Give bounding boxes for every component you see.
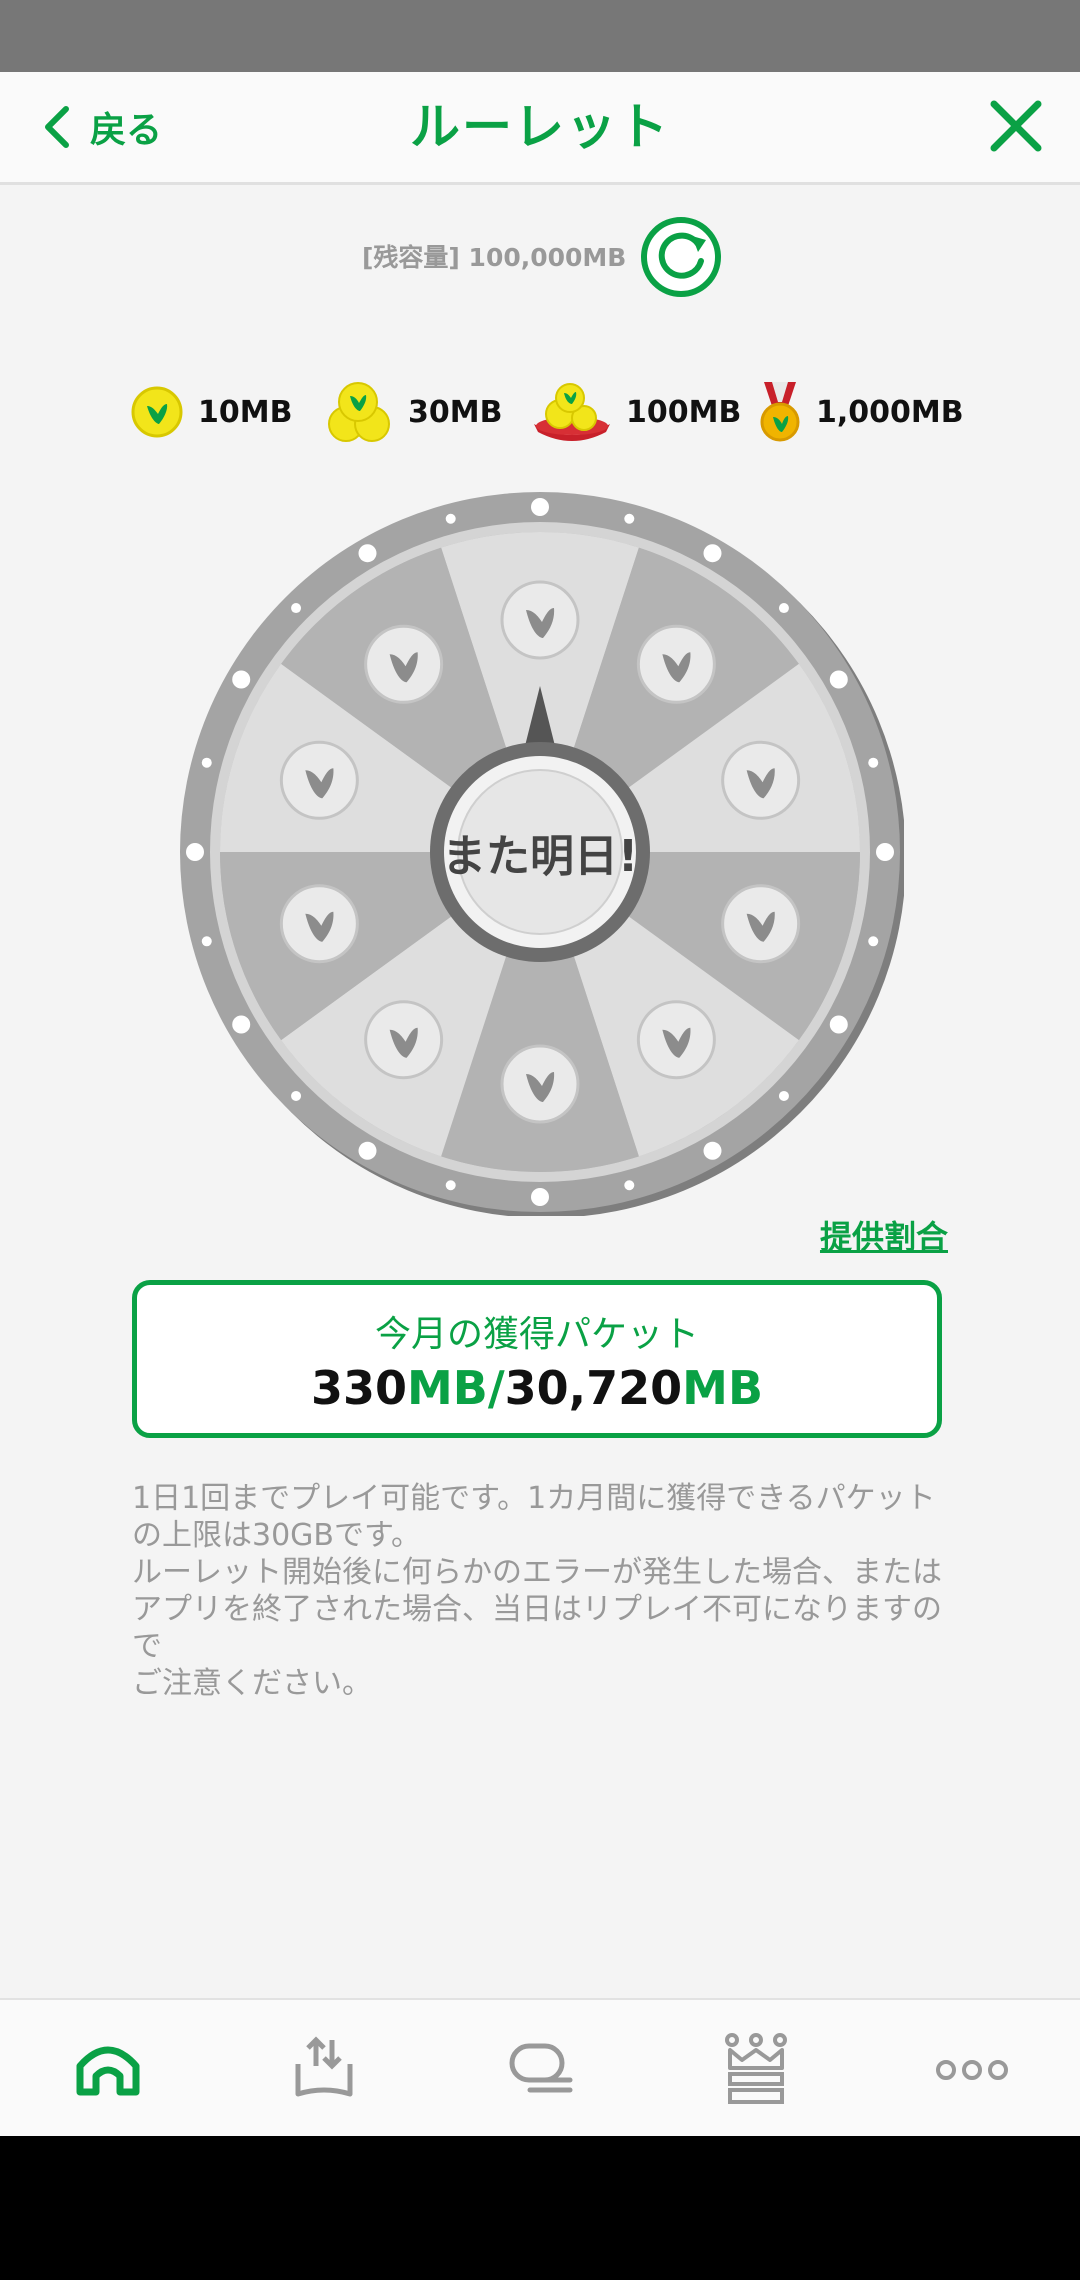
wheel-rim-dot: [291, 1090, 302, 1101]
wheel-rim-dot: [358, 544, 377, 563]
earned-unit: MB/: [407, 1361, 505, 1415]
bottom-nav: [0, 1998, 1080, 2138]
legend-item-30mb: 30MB: [326, 372, 502, 452]
nav-ranking[interactable]: [716, 2028, 796, 2108]
wheel-rim-dot: [201, 936, 212, 947]
monthly-title: 今月の獲得パケット: [374, 1314, 699, 1355]
roulette-wheel[interactable]: また明日!: [176, 488, 906, 1218]
status-bar: [0, 0, 1080, 72]
wheel-rim-dot: [829, 1015, 848, 1034]
remaining-row: [残容量] 100,000MB: [0, 210, 1080, 300]
coin-tray-icon: [534, 383, 610, 441]
system-navigation-bar: [0, 2136, 1080, 2280]
monthly-packet-box: 今月の獲得パケット 330MB/30,720MB: [132, 1280, 942, 1438]
wheel-rim-dot: [778, 603, 789, 614]
legend-item-1000mb: 1,000MB: [758, 372, 964, 452]
wheel-prize-coin-icon: [364, 1000, 444, 1080]
wheel-prize-coin-icon: [279, 884, 359, 964]
nav-more[interactable]: [932, 2028, 1012, 2108]
wheel-rim-dot: [445, 513, 456, 524]
wheel-rim-dot: [868, 757, 879, 768]
limit-unit: MB: [682, 1361, 764, 1415]
wheel-rim-dot: [868, 936, 879, 947]
wheel-rim-dot: [358, 1141, 377, 1160]
wheel-rim-dot: [531, 1188, 549, 1206]
limit-amount: 30,720: [504, 1361, 683, 1415]
wheel-rim-dot: [531, 498, 549, 516]
legend-label: 10MB: [198, 394, 293, 430]
wheel-prize-coin-icon: [500, 580, 580, 660]
wheel-prize-coin-icon: [500, 1044, 580, 1124]
medal-icon: [760, 382, 800, 442]
legend-label: 1,000MB: [816, 394, 964, 430]
wheel-rim-dot: [232, 1015, 251, 1034]
wheel-rim-dot: [201, 757, 212, 768]
more-icon: [936, 2060, 1008, 2080]
refresh-icon: [641, 217, 721, 297]
wheel-rim-dot: [291, 603, 302, 614]
legend-label: 100MB: [626, 394, 742, 430]
header: 戻る ルーレット: [0, 72, 1080, 185]
close-icon: [990, 100, 1042, 152]
wheel-rim-dot: [624, 1180, 635, 1191]
chat-icon: [509, 2043, 573, 2093]
wheel-prize-coin-icon: [364, 624, 444, 704]
wheel-prize-coin-icon: [721, 740, 801, 820]
close-button[interactable]: [986, 96, 1046, 156]
odds-link[interactable]: 提供割合: [820, 1212, 948, 1258]
crown-icon: [725, 2033, 787, 2104]
page-title: ルーレット: [410, 98, 670, 156]
monthly-value: 330MB/30,720MB: [137, 1361, 937, 1415]
wheel-rim-dot: [445, 1180, 456, 1191]
wheel-prize-coin-icon: [636, 1000, 716, 1080]
nav-messages[interactable]: [500, 2028, 580, 2108]
wheel-prize-coin-icon: [721, 884, 801, 964]
wheel-rim-dot: [232, 670, 251, 689]
wheel-rim-dot: [876, 843, 894, 861]
wheel-rim-dot: [703, 1141, 722, 1160]
legend-item-10mb: 10MB: [130, 372, 292, 452]
refresh-button[interactable]: [638, 214, 724, 300]
wheel-rim-dot: [829, 670, 848, 689]
wheel-prize-coin-icon: [279, 740, 359, 820]
nav-data-charge[interactable]: [284, 2028, 364, 2108]
home-icon: [76, 2046, 140, 2096]
wheel-rim-dot: [703, 544, 722, 563]
wheel-rim-dot: [778, 1090, 789, 1101]
wheel-prize-coin-icon: [636, 624, 716, 704]
notice-text: 1日1回までプレイ可能です。1カ月間に獲得できるパケットの上限は30GBです。 …: [132, 1481, 942, 1701]
inbox-download-icon: [295, 2036, 353, 2097]
legend-label: 30MB: [408, 394, 503, 430]
earned-amount: 330: [310, 1361, 408, 1415]
remaining-capacity-text: [残容量] 100,000MB: [362, 243, 627, 272]
legend-item-100mb: 100MB: [532, 372, 741, 452]
roulette-wheel-graphic: [180, 492, 906, 1218]
nav-home[interactable]: [68, 2028, 148, 2108]
wheel-rim-dot: [624, 513, 635, 524]
wheel-rim-dot: [186, 843, 204, 861]
prize-legend: 10MB 30MB 100MB 1,000MB: [0, 372, 1080, 452]
single-coin-icon: [131, 386, 183, 438]
coin-stack-icon: [328, 382, 390, 442]
